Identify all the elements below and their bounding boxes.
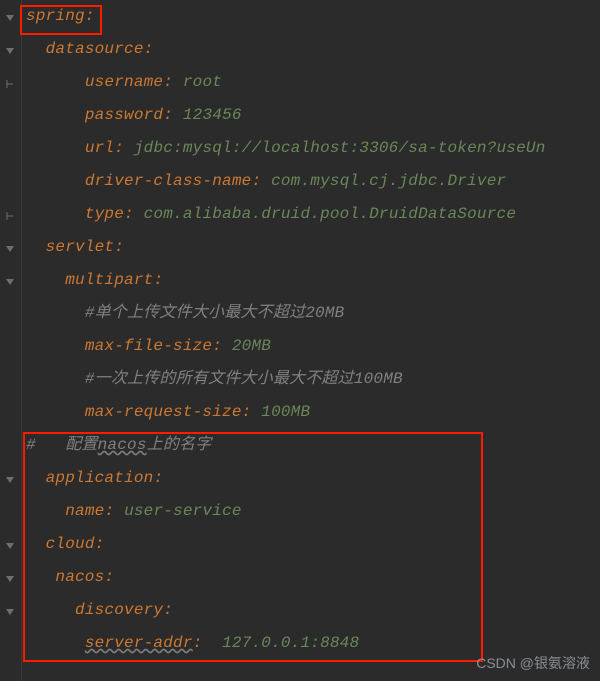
yaml-comment: #单个上传文件大小最大不超过20MB (85, 304, 345, 322)
code-line: spring: (22, 0, 600, 33)
yaml-key: multipart (65, 271, 153, 289)
yaml-value: jdbc:mysql://localhost:3306/sa-token?use… (134, 139, 546, 157)
fold-icon[interactable] (4, 78, 16, 90)
fold-icon[interactable] (4, 474, 16, 486)
yaml-comment: #一次上传的所有文件大小最大不超过100MB (85, 370, 403, 388)
code-line: discovery: (22, 594, 600, 627)
code-line: multipart: (22, 264, 600, 297)
yaml-key: discovery (75, 601, 163, 619)
code-line: type: com.alibaba.druid.pool.DruidDataSo… (22, 198, 600, 231)
yaml-key: datasource (46, 40, 144, 58)
code-line: #一次上传的所有文件大小最大不超过100MB (22, 363, 600, 396)
fold-icon[interactable] (4, 243, 16, 255)
fold-gutter (0, 0, 22, 681)
yaml-value: com.alibaba.druid.pool.DruidDataSource (144, 205, 516, 223)
yaml-key: driver-class-name (85, 172, 252, 190)
code-line: # 配置nacos上的名字 (22, 429, 600, 462)
code-line: max-file-size: 20MB (22, 330, 600, 363)
yaml-value: 123456 (183, 106, 242, 124)
fold-icon[interactable] (4, 606, 16, 618)
fold-icon[interactable] (4, 45, 16, 57)
code-line: max-request-size: 100MB (22, 396, 600, 429)
code-line: application: (22, 462, 600, 495)
yaml-key: cloud (46, 535, 95, 553)
yaml-key: username (85, 73, 163, 91)
fold-icon[interactable] (4, 573, 16, 585)
yaml-key: url (85, 139, 114, 157)
watermark-text: CSDN @银氨溶液 (476, 653, 590, 673)
fold-icon[interactable] (4, 210, 16, 222)
yaml-key: nacos (55, 568, 104, 586)
yaml-value: user-service (124, 502, 242, 520)
fold-icon[interactable] (4, 12, 16, 24)
yaml-key: server-addr (85, 634, 193, 652)
code-line: nacos: (22, 561, 600, 594)
code-line: cloud: (22, 528, 600, 561)
yaml-key: application (46, 469, 154, 487)
yaml-key: max-request-size (85, 403, 242, 421)
code-line: datasource: (22, 33, 600, 66)
fold-icon[interactable] (4, 540, 16, 552)
code-editor: spring: datasource: username: root passw… (0, 0, 600, 681)
code-area[interactable]: spring: datasource: username: root passw… (22, 0, 600, 681)
yaml-value: 20MB (232, 337, 271, 355)
code-line: #单个上传文件大小最大不超过20MB (22, 297, 600, 330)
code-line: name: user-service (22, 495, 600, 528)
yaml-key: spring (26, 7, 85, 25)
yaml-key: name (65, 502, 104, 520)
code-line: username: root (22, 66, 600, 99)
yaml-value: 127.0.0.1:8848 (222, 634, 359, 652)
yaml-value: com.mysql.cj.jdbc.Driver (271, 172, 506, 190)
yaml-value: 100MB (261, 403, 310, 421)
yaml-value: root (183, 73, 222, 91)
yaml-key: password (85, 106, 163, 124)
yaml-comment: nacos (98, 436, 147, 454)
code-line: password: 123456 (22, 99, 600, 132)
yaml-key: servlet (46, 238, 115, 256)
yaml-comment: 配置 (65, 436, 97, 454)
code-line: driver-class-name: com.mysql.cj.jdbc.Dri… (22, 165, 600, 198)
code-line: servlet: (22, 231, 600, 264)
yaml-key: max-file-size (85, 337, 212, 355)
yaml-comment: 上的名字 (147, 436, 212, 454)
yaml-comment-hash: # (26, 436, 36, 454)
yaml-key: type (85, 205, 124, 223)
fold-icon[interactable] (4, 276, 16, 288)
code-line: url: jdbc:mysql://localhost:3306/sa-toke… (22, 132, 600, 165)
